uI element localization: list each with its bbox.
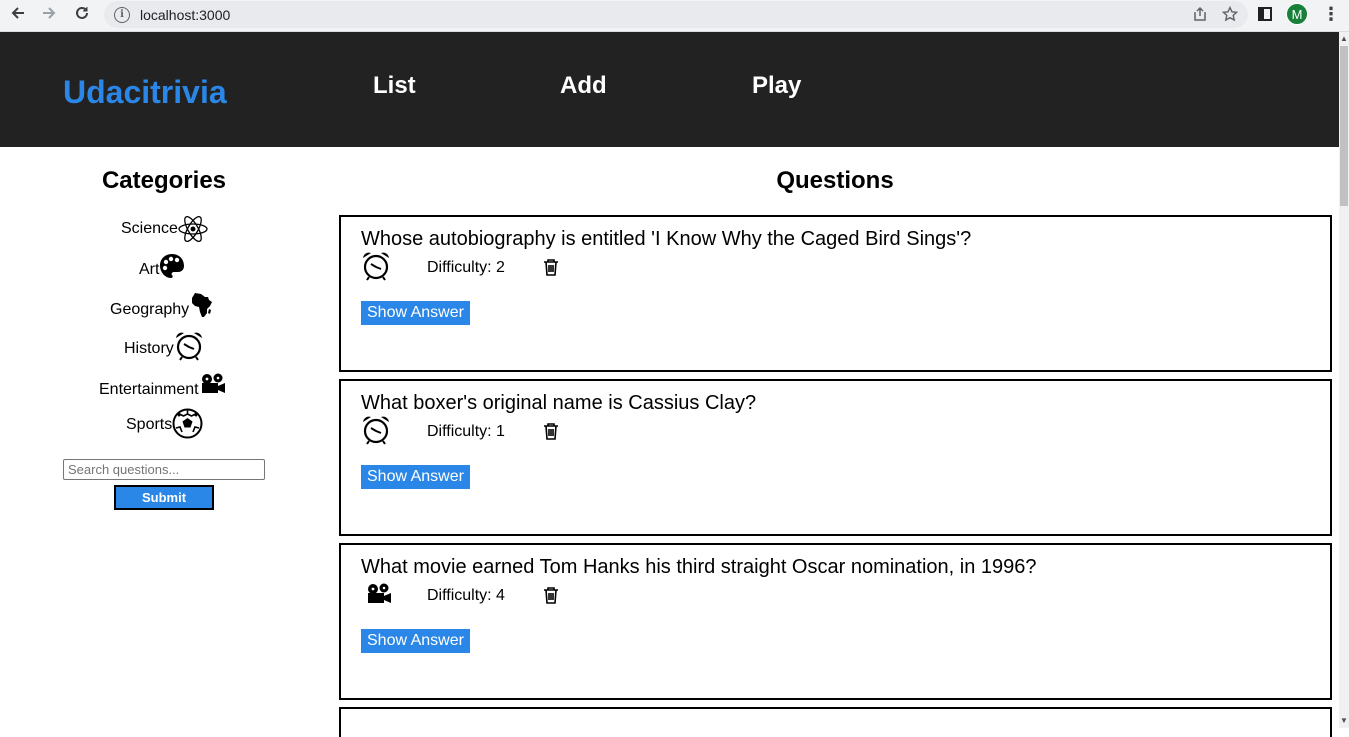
category-history[interactable]: History — [124, 331, 204, 365]
scrollbar-thumb[interactable] — [1340, 46, 1348, 206]
show-answer-button[interactable]: Show Answer — [361, 301, 470, 325]
address-bar[interactable]: i localhost:3000 — [104, 1, 1248, 28]
question-text: What boxer's original name is Cassius Cl… — [361, 392, 757, 414]
question-card: What movie earned Tom Hanks his third st… — [339, 543, 1332, 700]
nav-list[interactable]: List — [373, 72, 416, 100]
category-label: Art — [139, 261, 160, 278]
question-text: What movie earned Tom Hanks his third st… — [361, 556, 1037, 578]
share-icon[interactable] — [1192, 6, 1208, 26]
bookmark-star-icon[interactable] — [1221, 5, 1239, 26]
site-info-icon[interactable]: i — [114, 6, 130, 23]
show-answer-button[interactable]: Show Answer — [361, 629, 470, 653]
atom-icon — [178, 214, 208, 244]
show-answer-button[interactable]: Show Answer — [361, 465, 470, 489]
question-card: What boxer's original name is Cassius Cl… — [339, 379, 1332, 536]
film-camera-icon — [365, 583, 393, 610]
browser-menu-icon[interactable]: ⋮ — [1322, 4, 1340, 25]
browser-toolbar: i localhost:3000 M ⋮ — [0, 0, 1349, 32]
delete-trash-icon[interactable] — [542, 258, 560, 281]
nav-add[interactable]: Add — [560, 72, 607, 100]
category-label: History — [124, 340, 174, 357]
category-science[interactable]: Science — [121, 214, 208, 244]
questions-title: Questions — [776, 167, 894, 194]
scroll-up-arrow-icon[interactable]: ▲ — [1340, 34, 1348, 44]
question-card-partial — [339, 707, 1332, 737]
film-camera-icon — [199, 373, 227, 395]
category-label: Science — [121, 220, 178, 237]
delete-trash-icon[interactable] — [542, 586, 560, 609]
submit-button[interactable]: Submit — [114, 485, 214, 510]
search-input[interactable]: Search questions... — [63, 459, 265, 480]
category-entertainment[interactable]: Entertainment — [99, 373, 227, 405]
url-text: localhost:3000 — [140, 6, 231, 23]
delete-trash-icon[interactable] — [542, 422, 560, 445]
category-geography[interactable]: Geography — [110, 292, 213, 326]
question-text: Whose autobiography is entitled 'I Know … — [361, 228, 972, 250]
category-label: Geography — [110, 301, 190, 318]
difficulty-label: Difficulty: 1 — [427, 423, 505, 440]
scroll-down-arrow-icon[interactable]: ▼ — [1340, 716, 1348, 726]
category-label: Sports — [126, 416, 173, 433]
profile-avatar[interactable]: M — [1286, 3, 1308, 25]
difficulty-label: Difficulty: 4 — [427, 587, 505, 604]
alarm-clock-icon — [361, 251, 391, 286]
soccer-ball-icon — [172, 408, 203, 439]
africa-icon — [189, 292, 213, 318]
page-scrollbar[interactable]: ▲ ▼ — [1339, 32, 1349, 728]
reload-icon[interactable] — [67, 0, 97, 26]
category-sports[interactable]: Sports — [126, 408, 203, 441]
back-arrow-icon[interactable] — [3, 0, 33, 26]
alarm-clock-icon — [361, 415, 391, 450]
nav-play[interactable]: Play — [752, 72, 801, 100]
category-label: Entertainment — [99, 381, 199, 398]
palette-icon — [159, 253, 185, 279]
app-header: Udacitrivia List Add Play — [0, 32, 1339, 147]
side-panel-icon[interactable] — [1258, 7, 1272, 21]
categories-title: Categories — [101, 167, 227, 194]
category-art[interactable]: Art — [139, 253, 185, 285]
alarm-clock-icon — [174, 331, 204, 361]
difficulty-label: Difficulty: 2 — [427, 259, 505, 276]
question-card: Whose autobiography is entitled 'I Know … — [339, 215, 1332, 372]
forward-arrow-icon[interactable] — [34, 0, 64, 26]
app-logo[interactable]: Udacitrivia — [63, 74, 227, 111]
